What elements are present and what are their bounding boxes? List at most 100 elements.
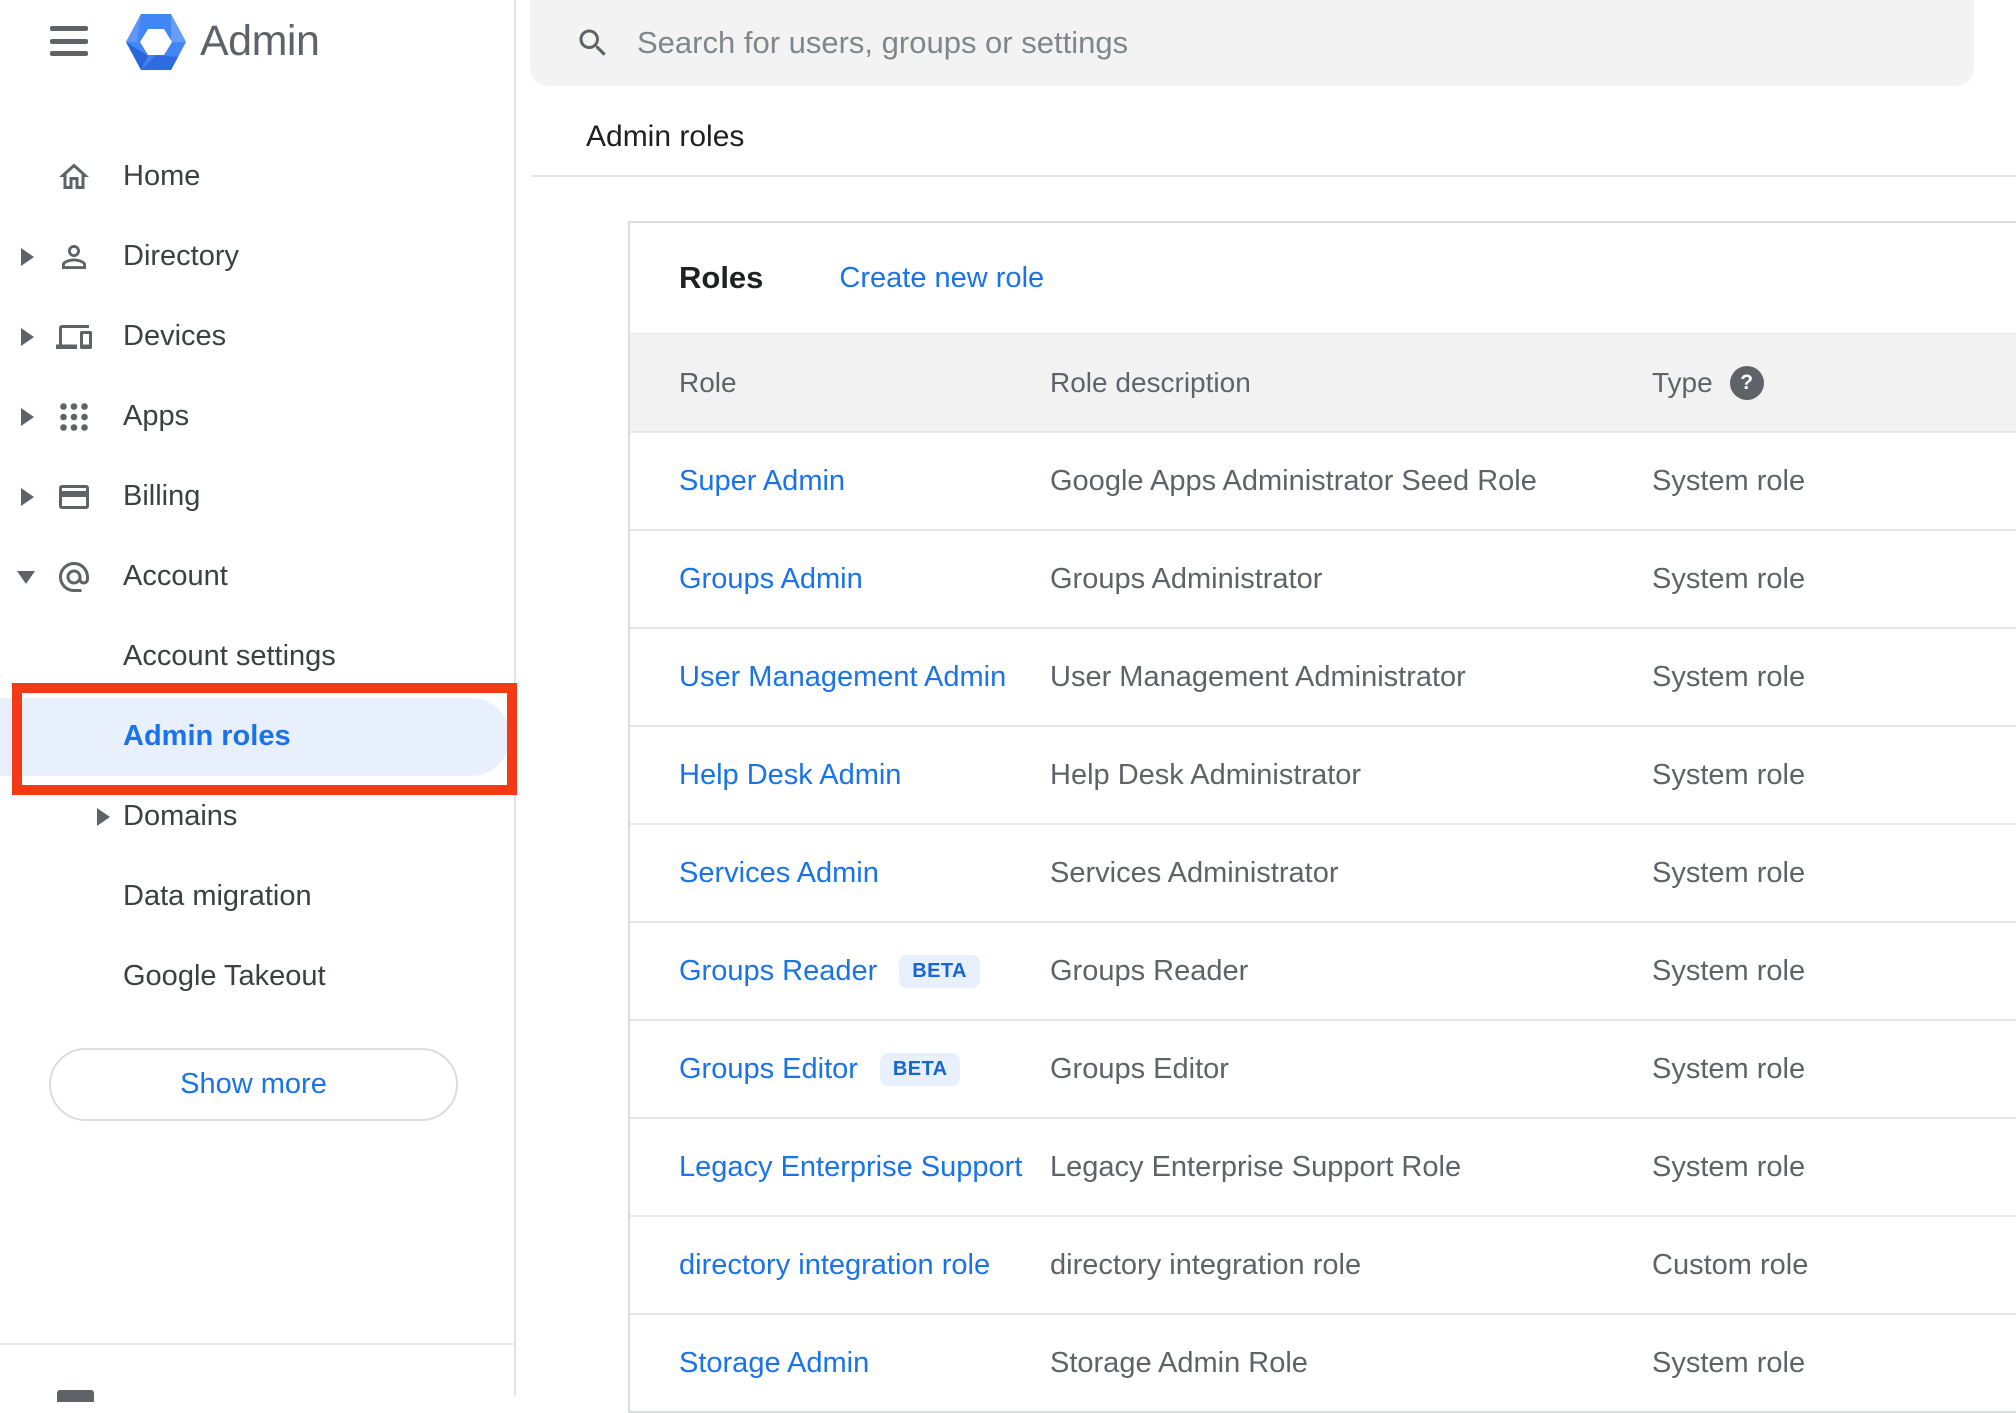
- beta-badge: BETA: [899, 954, 980, 988]
- app-title: Admin: [200, 17, 320, 65]
- search-input[interactable]: [637, 25, 1974, 61]
- role-type: System role: [1652, 660, 1806, 693]
- role-type: System role: [1652, 856, 1806, 889]
- role-description: Services Administrator: [1050, 856, 1339, 889]
- search-bar[interactable]: [530, 0, 1974, 86]
- role-description: User Management Administrator: [1050, 660, 1466, 693]
- role-link[interactable]: Groups Admin: [679, 563, 863, 596]
- sidebar-item-label: Account: [123, 559, 228, 592]
- expand-arrow-icon[interactable]: [21, 488, 34, 506]
- breadcrumb-divider: [532, 175, 2016, 177]
- sidebar-item-label: Domains: [123, 799, 238, 832]
- breadcrumb: Admin roles: [586, 120, 745, 153]
- role-link[interactable]: directory integration role: [679, 1249, 990, 1282]
- role-link[interactable]: User Management Admin: [679, 661, 1006, 694]
- table-row: Groups Editor BETA Groups Editor System …: [630, 1019, 2016, 1117]
- table-row: Services Admin Services Administrator Sy…: [630, 823, 2016, 921]
- show-more-button[interactable]: Show more: [49, 1048, 458, 1121]
- devices-icon: [56, 325, 92, 349]
- apps-grid-icon: [60, 403, 88, 431]
- home-icon: [59, 163, 89, 189]
- menu-icon[interactable]: [50, 26, 88, 56]
- role-link[interactable]: Legacy Enterprise Support: [679, 1151, 1022, 1184]
- credit-card-icon: [59, 485, 89, 509]
- table-row: Help Desk Admin Help Desk Administrator …: [630, 725, 2016, 823]
- role-link[interactable]: Super Admin: [679, 465, 845, 498]
- sidebar-item-home[interactable]: Home: [0, 137, 514, 217]
- column-header-type: Type ?: [1652, 365, 2016, 400]
- help-icon[interactable]: ?: [1729, 365, 1764, 400]
- column-header-role: Role: [679, 366, 737, 398]
- create-new-role-link[interactable]: Create new role: [839, 262, 1044, 295]
- at-sign-icon: [59, 562, 89, 592]
- role-link[interactable]: Groups Reader: [679, 955, 877, 988]
- role-description: Legacy Enterprise Support Role: [1050, 1150, 1462, 1183]
- beta-badge: BETA: [879, 1052, 961, 1086]
- admin-logo-icon: [126, 14, 186, 70]
- role-description: Google Apps Administrator Seed Role: [1050, 464, 1537, 497]
- sidebar-item-domains[interactable]: Domains: [0, 777, 514, 857]
- collapse-arrow-icon[interactable]: [17, 571, 35, 584]
- sidebar-item-devices[interactable]: Devices: [0, 297, 514, 377]
- sidebar-item-label: Home: [123, 159, 201, 192]
- sidebar-item-label: Devices: [123, 319, 227, 352]
- sidebar-item-account-settings[interactable]: Account settings: [0, 617, 514, 697]
- role-type: System role: [1652, 464, 1806, 497]
- sidebar-bottom-divider: [0, 1343, 514, 1345]
- role-type: System role: [1652, 758, 1806, 791]
- sidebar-item-label: Google Takeout: [123, 959, 326, 992]
- table-body: Super Admin Google Apps Administrator Se…: [630, 431, 2016, 1411]
- sidebar-item-label: Data migration: [123, 879, 312, 912]
- table-row: Super Admin Google Apps Administrator Se…: [630, 431, 2016, 529]
- role-description: Groups Editor: [1050, 1052, 1229, 1085]
- sidebar-item-google-takeout[interactable]: Google Takeout: [0, 937, 514, 1017]
- sidebar-item-label: Billing: [123, 479, 201, 512]
- table-row: Storage Admin Storage Admin Role System …: [630, 1313, 2016, 1411]
- expand-arrow-icon[interactable]: [97, 808, 110, 826]
- expand-arrow-icon[interactable]: [21, 408, 34, 426]
- role-link[interactable]: Storage Admin: [679, 1347, 869, 1380]
- person-icon: [62, 245, 86, 269]
- role-link[interactable]: Services Admin: [679, 857, 879, 890]
- role-type: System role: [1652, 1346, 1806, 1379]
- role-link[interactable]: Help Desk Admin: [679, 759, 901, 792]
- sidebar-item-label: Directory: [123, 239, 240, 272]
- role-type: Custom role: [1652, 1248, 1809, 1281]
- role-link[interactable]: Groups Editor: [679, 1053, 858, 1086]
- search-icon: [579, 29, 606, 56]
- table-row: Groups Admin Groups Administrator System…: [630, 529, 2016, 627]
- table-row: Groups Reader BETA Groups Reader System …: [630, 921, 2016, 1019]
- role-type: System role: [1652, 954, 1806, 987]
- role-description: Storage Admin Role: [1050, 1346, 1308, 1379]
- sidebar-item-admin-roles[interactable]: Admin roles: [0, 697, 514, 777]
- role-description: Help Desk Administrator: [1050, 758, 1362, 791]
- sidebar-item-label: Apps: [123, 399, 190, 432]
- table-row: User Management Admin User Management Ad…: [630, 627, 2016, 725]
- sidebar-item-data-migration[interactable]: Data migration: [0, 857, 514, 937]
- roles-card-header: Roles Create new role: [630, 223, 2016, 333]
- sidebar-content-divider: [514, 0, 516, 1396]
- role-description: Groups Reader: [1050, 954, 1249, 987]
- column-header-description: Role description: [1050, 366, 1251, 398]
- table-row: directory integration role directory int…: [630, 1215, 2016, 1313]
- expand-arrow-icon[interactable]: [21, 248, 34, 266]
- sidebar: Admin Home Directory Devices Apps Billin…: [0, 0, 517, 1402]
- sidebar-item-label: Account settings: [123, 639, 336, 672]
- sidebar-item-apps[interactable]: Apps: [0, 377, 514, 457]
- table-row: Legacy Enterprise Support Legacy Enterpr…: [630, 1117, 2016, 1215]
- table-header: Role Role description Type ?: [630, 333, 2016, 431]
- clipped-bottom-icon: [57, 1390, 94, 1402]
- role-type: System role: [1652, 562, 1806, 595]
- roles-card: Roles Create new role Role Role descript…: [628, 221, 2016, 1413]
- sidebar-item-account[interactable]: Account: [0, 537, 514, 617]
- role-type: System role: [1652, 1150, 1806, 1183]
- expand-arrow-icon[interactable]: [21, 328, 34, 346]
- role-description: directory integration role: [1050, 1248, 1362, 1281]
- sidebar-item-billing[interactable]: Billing: [0, 457, 514, 537]
- role-description: Groups Administrator: [1050, 562, 1323, 595]
- sidebar-item-directory[interactable]: Directory: [0, 217, 514, 297]
- sidebar-nav: Home Directory Devices Apps Billing Acco…: [0, 137, 514, 1017]
- sidebar-item-label: Admin roles: [123, 719, 291, 752]
- card-title: Roles: [679, 260, 764, 295]
- role-type: System role: [1652, 1052, 1806, 1085]
